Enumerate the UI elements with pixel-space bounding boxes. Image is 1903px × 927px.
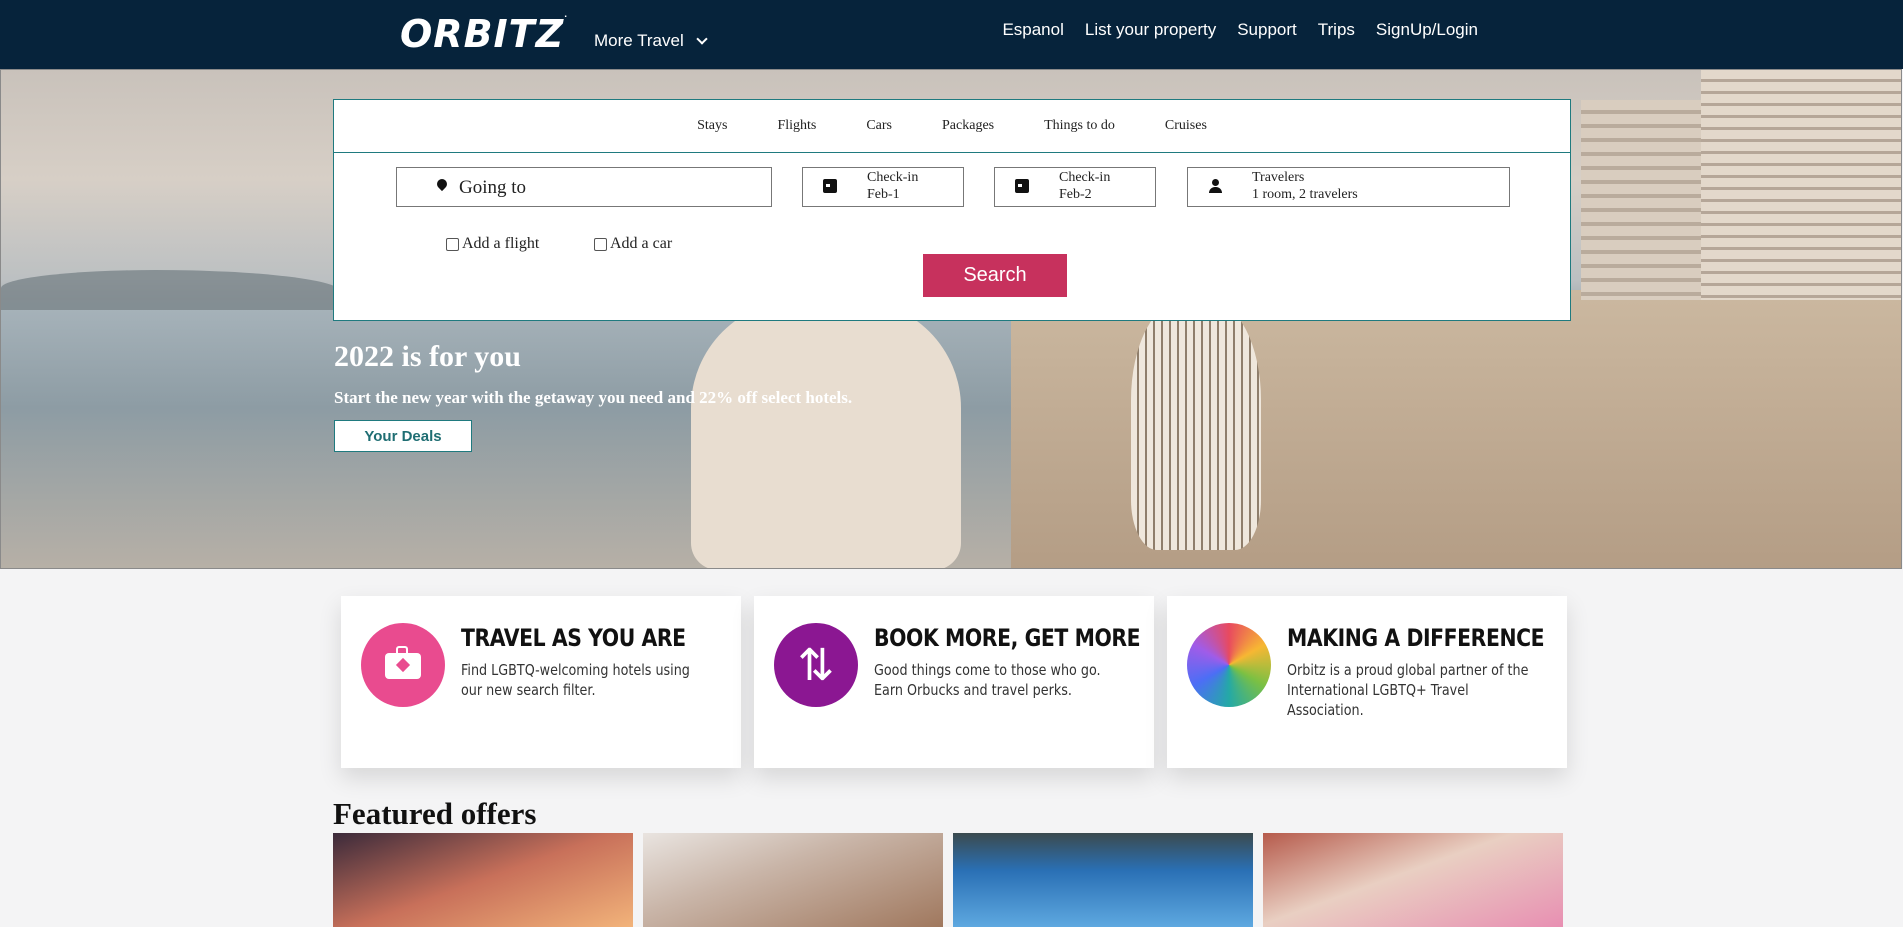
going-to-input[interactable]: Going to (396, 167, 772, 207)
going-to-placeholder: Going to (459, 177, 527, 198)
checkout-text: Check-in Feb-2 (1059, 169, 1110, 203)
top-navigation-bar: ORBITZ· More Travel Espanol List your pr… (0, 0, 1903, 69)
promo-title: TRAVEL AS YOU ARE (461, 624, 686, 652)
promo-card-travel-as-you-are[interactable]: TRAVEL AS YOU ARE Find LGBTQ-welcoming h… (341, 596, 741, 768)
travelers-label: Travelers (1252, 170, 1305, 185)
promo-line: Good things come to those who go. (874, 661, 1101, 679)
promo-line: Earn Orbucks and travel perks. (874, 681, 1072, 699)
nav-signup-login[interactable]: SignUp/Login (1376, 20, 1478, 40)
promo-title: BOOK MORE, GET MORE (874, 624, 1141, 652)
location-pin-icon (434, 176, 450, 192)
more-travel-menu[interactable]: More Travel (594, 31, 708, 51)
orbitz-logo[interactable]: ORBITZ· (400, 12, 568, 56)
search-tabs: Stays Flights Cars Packages Things to do… (334, 100, 1570, 153)
featured-offers-heading: Featured offers (333, 796, 537, 831)
offer-card-image[interactable] (1263, 833, 1563, 927)
promo-line: Find LGBTQ-welcoming hotels using (461, 661, 690, 679)
chevron-down-icon (696, 32, 708, 45)
promo-text: Good things come to those who go. Earn O… (874, 660, 1129, 700)
travelers-field[interactable]: Travelers 1 room, 2 travelers (1187, 167, 1510, 207)
tab-packages[interactable]: Packages (917, 118, 1019, 134)
tab-cars[interactable]: Cars (841, 118, 917, 134)
add-flight-label: Add a flight (462, 235, 540, 252)
your-deals-button[interactable]: Your Deals (334, 420, 472, 452)
travelers-value: 1 room, 2 travelers (1252, 187, 1358, 202)
calendar-icon (1015, 179, 1029, 193)
promo-text: Find LGBTQ-welcoming hotels using our ne… (461, 660, 716, 700)
tab-things-to-do[interactable]: Things to do (1019, 118, 1140, 134)
suitcase-heart-icon (361, 623, 445, 707)
hero-subtitle: Start the new year with the getaway you … (334, 388, 853, 407)
nav-support[interactable]: Support (1237, 20, 1297, 40)
offer-card-image[interactable] (953, 833, 1253, 927)
checkout-label: Check-in (1059, 170, 1111, 185)
hero-person-left (691, 300, 961, 568)
promo-card-making-a-difference[interactable]: MAKING A DIFFERENCE Orbitz is a proud gl… (1167, 596, 1567, 768)
global-travel-icon (1187, 623, 1271, 707)
promo-line: International LGBTQ+ Travel Association. (1287, 681, 1469, 719)
search-button[interactable]: Search (923, 254, 1067, 297)
checkin-text: Check-in Feb-1 (867, 169, 918, 203)
add-car-label: Add a car (610, 235, 673, 252)
add-car-option[interactable]: Add a car (594, 235, 672, 253)
registered-mark: · (564, 12, 569, 21)
nav-list-property[interactable]: List your property (1085, 20, 1216, 40)
hero-person-right (1131, 300, 1261, 550)
nav-espanol[interactable]: Espanol (1002, 20, 1063, 40)
promo-card-book-more[interactable]: ⇅ BOOK MORE, GET MORE Good things come t… (754, 596, 1154, 768)
logo-text: ORBITZ (400, 12, 565, 56)
checkout-value: Feb-2 (1059, 187, 1092, 202)
promo-text: Orbitz is a proud global partner of the … (1287, 660, 1542, 720)
checkin-value: Feb-1 (867, 187, 900, 202)
more-travel-label: More Travel (594, 31, 684, 50)
user-icon (1208, 179, 1222, 193)
tab-stays[interactable]: Stays (672, 118, 752, 134)
nav-trips[interactable]: Trips (1318, 20, 1355, 40)
heart-icon (395, 657, 411, 673)
header-nav: Espanol List your property Support Trips… (1002, 20, 1478, 40)
promo-line: Orbitz is a proud global partner of the (1287, 661, 1529, 679)
tab-flights[interactable]: Flights (752, 118, 841, 134)
suitcase-shape (385, 646, 421, 679)
add-flight-checkbox[interactable] (446, 237, 459, 251)
orbucks-arrow-icon: ⇅ (797, 639, 835, 691)
orbucks-icon: ⇅ (774, 623, 858, 707)
offer-card-image[interactable] (643, 833, 943, 927)
promo-line: our new search filter. (461, 681, 596, 699)
tab-cruises[interactable]: Cruises (1140, 118, 1232, 134)
hero-title: 2022 is for you (334, 340, 521, 373)
hero-hills (1, 270, 341, 310)
search-panel: Stays Flights Cars Packages Things to do… (333, 99, 1571, 321)
checkin-date-field[interactable]: Check-in Feb-1 (802, 167, 964, 207)
checkout-date-field[interactable]: Check-in Feb-2 (994, 167, 1156, 207)
travelers-text: Travelers 1 room, 2 travelers (1252, 169, 1358, 203)
hero-building-tall (1701, 70, 1901, 300)
promo-title: MAKING A DIFFERENCE (1287, 624, 1545, 652)
add-flight-option[interactable]: Add a flight (446, 235, 539, 253)
offer-card-image[interactable] (333, 833, 633, 927)
add-car-checkbox[interactable] (594, 237, 607, 251)
checkin-label: Check-in (867, 170, 919, 185)
calendar-icon (823, 179, 837, 193)
